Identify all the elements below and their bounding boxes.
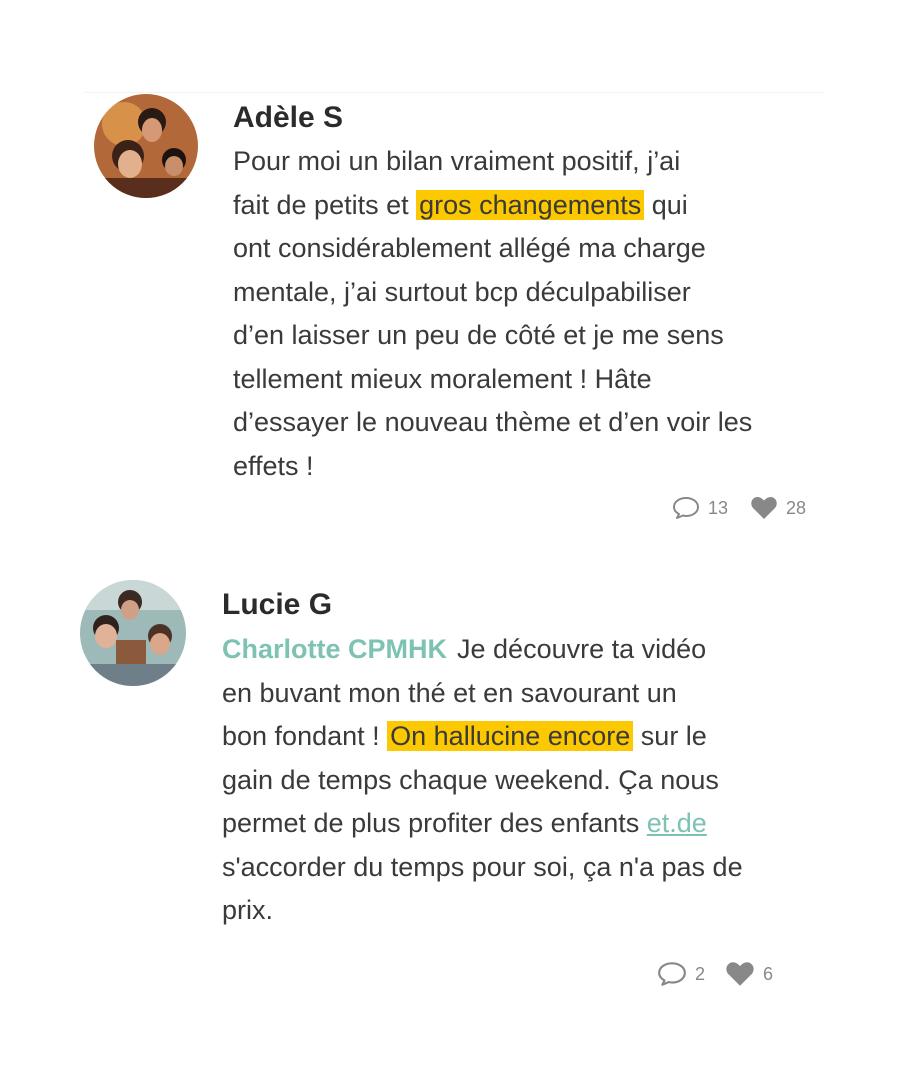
like-count: 28: [786, 497, 807, 518]
comment-line: Pour moi un bilan vraiment positif, j’ai: [233, 146, 681, 176]
comment-line: gain de temps chaque weekend. Ça nous: [222, 764, 719, 795]
reply-count: 2: [695, 963, 706, 984]
author-name[interactable]: Adèle S: [233, 101, 343, 135]
avatar-photo: [80, 580, 186, 686]
comment-line: d’essayer le nouveau thème et d’en voir …: [233, 407, 753, 437]
avatar[interactable]: [80, 580, 186, 686]
text-fragment: bon fondant !: [222, 721, 388, 751]
text-fragment: sur le: [633, 721, 707, 751]
comment-stats: 2 6: [657, 961, 773, 987]
reply-count: 13: [708, 497, 729, 518]
inline-link[interactable]: et.de: [647, 808, 707, 838]
comment-line: effets !: [233, 450, 314, 481]
text-fragment: permet de plus profiter des enfants: [222, 808, 647, 838]
speech-bubble-icon: [658, 962, 686, 986]
comment-line: fait de petits et gros changements qui: [233, 184, 793, 228]
comment-line: en buvant mon thé et en savourant un: [222, 677, 677, 708]
like-count: 6: [763, 963, 774, 984]
text-fragment: Je découvre ta vidéo: [457, 634, 707, 664]
highlighted-text: On hallucine encore: [387, 721, 634, 751]
comment-line: permet de plus profiter des enfants et.d…: [222, 802, 822, 846]
top-divider: [85, 92, 825, 93]
like-button[interactable]: 28: [750, 496, 806, 520]
text-fragment: fait de petits et: [233, 189, 417, 220]
reply-button[interactable]: 2: [657, 961, 705, 987]
comment-line: bon fondant ! On hallucine encore sur le: [222, 715, 822, 759]
comment-line: prix.: [222, 895, 274, 925]
comment-line: s'accorder du temps pour soi, ça n'a pas…: [222, 851, 743, 882]
comment-line: Charlotte CPMHK Je découvre ta vidéo: [222, 628, 822, 672]
avatar-photo: [94, 94, 198, 198]
mention-link[interactable]: Charlotte CPMHK: [222, 634, 447, 664]
author-name[interactable]: Lucie G: [222, 588, 332, 622]
heart-icon: [726, 962, 754, 986]
avatar[interactable]: [94, 94, 198, 198]
comment-line: tellement mieux moralement ! Hâte: [233, 363, 652, 394]
comment-line: ont considérablement allégé ma charge: [233, 233, 706, 263]
comment-line: d’en laisser un peu de côté et je me sen…: [233, 320, 724, 350]
speech-bubble-icon: [673, 497, 699, 519]
like-button[interactable]: 6: [725, 961, 773, 987]
comment-stats: 13 28: [672, 496, 806, 520]
highlighted-text: gros changements: [416, 189, 645, 220]
text-fragment: qui: [644, 189, 688, 220]
heart-icon: [751, 497, 777, 519]
comment-line: mentale, j’ai surtout bcp déculpabiliser: [233, 276, 691, 307]
comment-text: Pour moi un bilan vraiment positif, j’ai…: [233, 140, 793, 488]
reply-button[interactable]: 13: [672, 496, 728, 520]
comment-text: Charlotte CPMHK Je découvre ta vidéo en b…: [222, 628, 822, 933]
